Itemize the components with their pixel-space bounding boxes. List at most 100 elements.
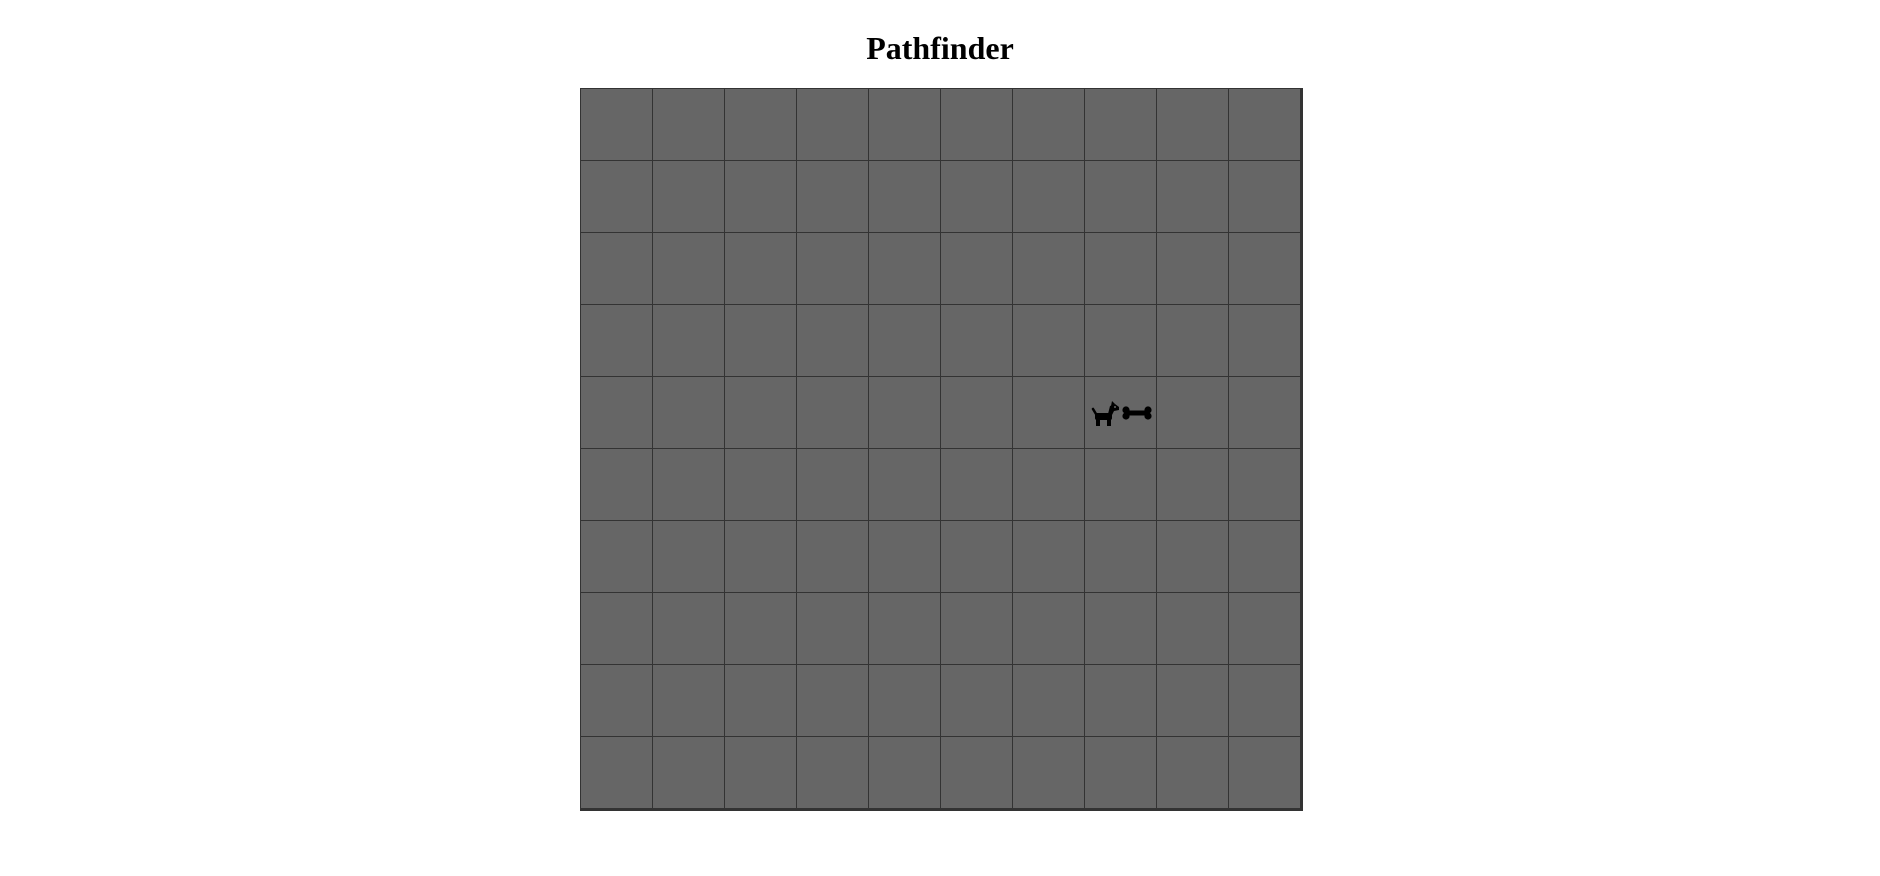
board-cell-r6-c8[interactable]: [1085, 449, 1157, 521]
board-cell-r10-c6[interactable]: [941, 737, 1013, 809]
board-cell-r10-c9[interactable]: [1157, 737, 1229, 809]
board-cell-r4-c5[interactable]: [869, 305, 941, 377]
board-cell-r4-c4[interactable]: [797, 305, 869, 377]
board-cell-r2-c5[interactable]: [869, 161, 941, 233]
board-cell-r8-c1[interactable]: [581, 593, 653, 665]
board-cell-r1-c6[interactable]: [941, 89, 1013, 161]
board-cell-r5-c6[interactable]: [941, 377, 1013, 449]
board-cell-r8-c10[interactable]: [1229, 593, 1301, 665]
board-cell-r1-c7[interactable]: [1013, 89, 1085, 161]
board-cell-r3-c4[interactable]: [797, 233, 869, 305]
board-cell-r10-c2[interactable]: [653, 737, 725, 809]
board-cell-r7-c7[interactable]: [1013, 521, 1085, 593]
board-cell-r1-c10[interactable]: [1229, 89, 1301, 161]
board-cell-r6-c1[interactable]: [581, 449, 653, 521]
board-cell-r5-c1[interactable]: [581, 377, 653, 449]
board-cell-r3-c8[interactable]: [1085, 233, 1157, 305]
board-cell-r9-c5[interactable]: [869, 665, 941, 737]
board-cell-r8-c3[interactable]: [725, 593, 797, 665]
board-cell-r9-c6[interactable]: [941, 665, 1013, 737]
board-cell-r3-c1[interactable]: [581, 233, 653, 305]
board-cell-r1-c3[interactable]: [725, 89, 797, 161]
board-cell-r6-c10[interactable]: [1229, 449, 1301, 521]
board-cell-r2-c3[interactable]: [725, 161, 797, 233]
board-cell-r3-c5[interactable]: [869, 233, 941, 305]
board-cell-r10-c10[interactable]: [1229, 737, 1301, 809]
board-cell-r6-c4[interactable]: [797, 449, 869, 521]
board-cell-r5-c4[interactable]: [797, 377, 869, 449]
board-cell-r4-c1[interactable]: [581, 305, 653, 377]
board-cell-r5-c8[interactable]: [1085, 377, 1157, 449]
board-cell-r10-c3[interactable]: [725, 737, 797, 809]
board-cell-r9-c7[interactable]: [1013, 665, 1085, 737]
board-cell-r3-c6[interactable]: [941, 233, 1013, 305]
board-cell-r7-c8[interactable]: [1085, 521, 1157, 593]
board-cell-r5-c9[interactable]: [1157, 377, 1229, 449]
board-cell-r8-c8[interactable]: [1085, 593, 1157, 665]
board-cell-r2-c2[interactable]: [653, 161, 725, 233]
board-cell-r4-c10[interactable]: [1229, 305, 1301, 377]
board-cell-r7-c6[interactable]: [941, 521, 1013, 593]
board-cell-r7-c3[interactable]: [725, 521, 797, 593]
board-cell-r9-c2[interactable]: [653, 665, 725, 737]
board-cell-r5-c5[interactable]: [869, 377, 941, 449]
board-cell-r3-c9[interactable]: [1157, 233, 1229, 305]
board-cell-r10-c1[interactable]: [581, 737, 653, 809]
board-cell-r8-c7[interactable]: [1013, 593, 1085, 665]
board-cell-r6-c9[interactable]: [1157, 449, 1229, 521]
board-cell-r9-c8[interactable]: [1085, 665, 1157, 737]
board-cell-r7-c2[interactable]: [653, 521, 725, 593]
board-cell-r5-c7[interactable]: [1013, 377, 1085, 449]
board-cell-r6-c7[interactable]: [1013, 449, 1085, 521]
board-cell-r4-c7[interactable]: [1013, 305, 1085, 377]
board-cell-r3-c3[interactable]: [725, 233, 797, 305]
board-cell-r7-c4[interactable]: [797, 521, 869, 593]
board-cell-r6-c5[interactable]: [869, 449, 941, 521]
board-cell-r4-c2[interactable]: [653, 305, 725, 377]
board-cell-r5-c3[interactable]: [725, 377, 797, 449]
board-cell-r4-c3[interactable]: [725, 305, 797, 377]
board-cell-r8-c2[interactable]: [653, 593, 725, 665]
board-cell-r9-c10[interactable]: [1229, 665, 1301, 737]
board-cell-r1-c9[interactable]: [1157, 89, 1229, 161]
board-cell-r1-c8[interactable]: [1085, 89, 1157, 161]
board-cell-r4-c9[interactable]: [1157, 305, 1229, 377]
board-cell-r3-c7[interactable]: [1013, 233, 1085, 305]
board-cell-r5-c2[interactable]: [653, 377, 725, 449]
board-cell-r1-c1[interactable]: [581, 89, 653, 161]
board-cell-r4-c6[interactable]: [941, 305, 1013, 377]
board-cell-r9-c1[interactable]: [581, 665, 653, 737]
board-cell-r8-c5[interactable]: [869, 593, 941, 665]
board-cell-r9-c3[interactable]: [725, 665, 797, 737]
board-cell-r2-c6[interactable]: [941, 161, 1013, 233]
board-cell-r1-c5[interactable]: [869, 89, 941, 161]
board-cell-r4-c8[interactable]: [1085, 305, 1157, 377]
board-cell-r9-c4[interactable]: [797, 665, 869, 737]
board-cell-r2-c9[interactable]: [1157, 161, 1229, 233]
board-cell-r6-c3[interactable]: [725, 449, 797, 521]
board-cell-r2-c4[interactable]: [797, 161, 869, 233]
board-cell-r2-c10[interactable]: [1229, 161, 1301, 233]
board-cell-r9-c9[interactable]: [1157, 665, 1229, 737]
board-cell-r8-c6[interactable]: [941, 593, 1013, 665]
board-cell-r1-c4[interactable]: [797, 89, 869, 161]
board-cell-r7-c5[interactable]: [869, 521, 941, 593]
board-cell-r10-c7[interactable]: [1013, 737, 1085, 809]
board-cell-r8-c4[interactable]: [797, 593, 869, 665]
board-cell-r7-c1[interactable]: [581, 521, 653, 593]
board-cell-r10-c5[interactable]: [869, 737, 941, 809]
board-cell-r7-c9[interactable]: [1157, 521, 1229, 593]
board-cell-r10-c4[interactable]: [797, 737, 869, 809]
board-cell-r1-c2[interactable]: [653, 89, 725, 161]
board-cell-r6-c6[interactable]: [941, 449, 1013, 521]
board-cell-r2-c8[interactable]: [1085, 161, 1157, 233]
board-cell-r6-c2[interactable]: [653, 449, 725, 521]
board-cell-r10-c8[interactable]: [1085, 737, 1157, 809]
board-cell-r7-c10[interactable]: [1229, 521, 1301, 593]
board-cell-r8-c9[interactable]: [1157, 593, 1229, 665]
board-cell-r2-c7[interactable]: [1013, 161, 1085, 233]
board-cell-r3-c10[interactable]: [1229, 233, 1301, 305]
board-cell-r2-c1[interactable]: [581, 161, 653, 233]
board-cell-r5-c10[interactable]: [1229, 377, 1301, 449]
board-cell-r3-c2[interactable]: [653, 233, 725, 305]
